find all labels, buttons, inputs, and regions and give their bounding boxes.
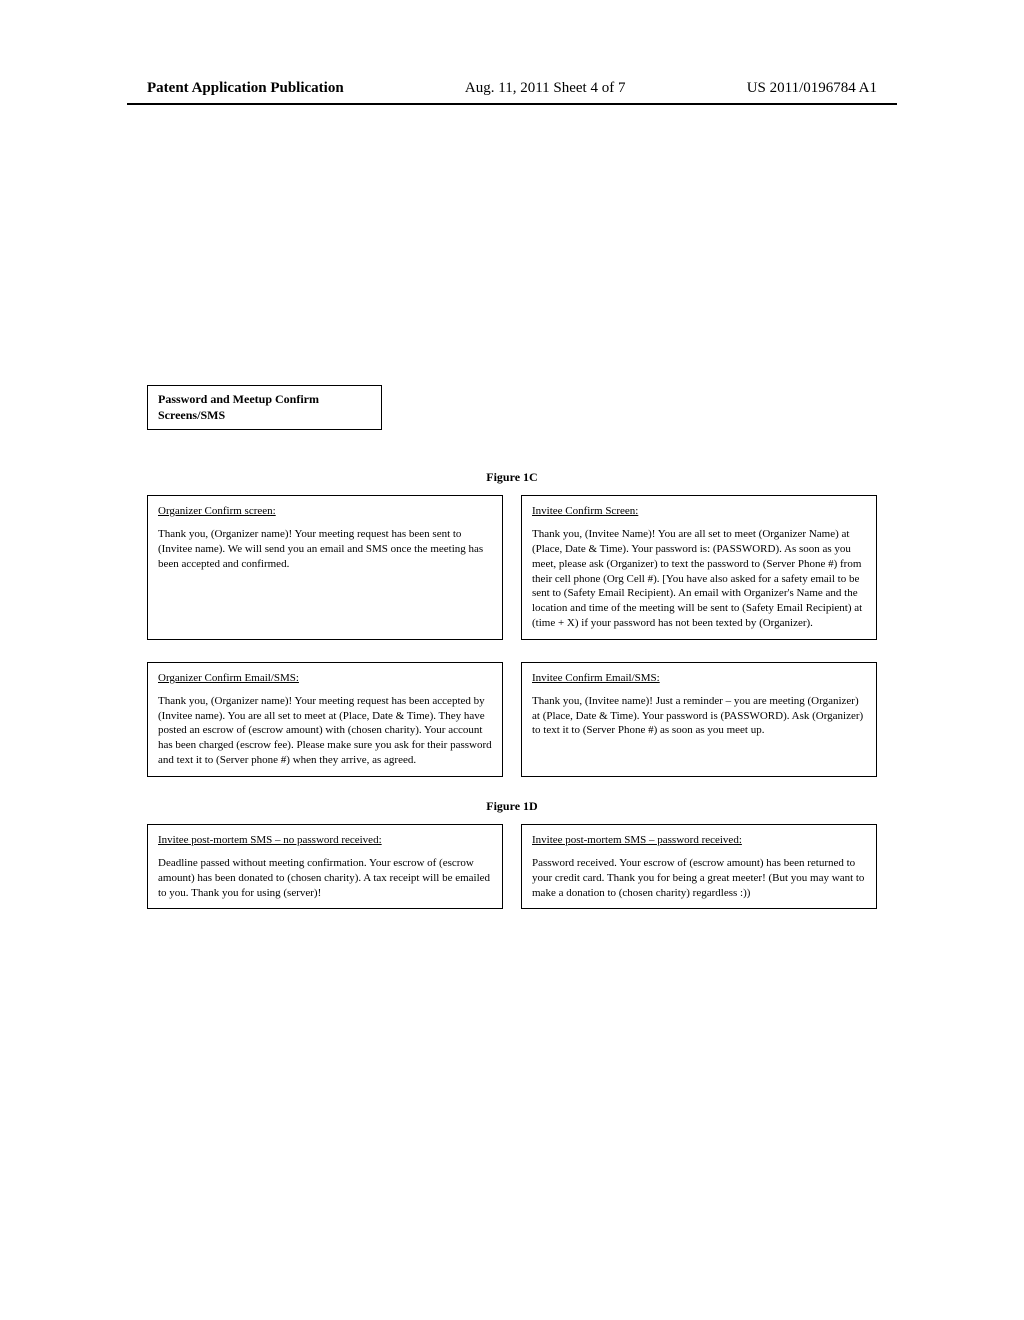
box-body: Password received. Your escrow of (escro…	[532, 856, 866, 901]
box-body: Thank you, (Invitee Name)! You are all s…	[532, 527, 866, 631]
box-title: Organizer Confirm screen:	[158, 504, 492, 519]
box-title: Invitee post-mortem SMS – no password re…	[158, 833, 492, 848]
box-body: Thank you, (Invitee name)! Just a remind…	[532, 694, 866, 739]
box-body: Deadline passed without meeting confirma…	[158, 856, 492, 901]
figure-1c-row-2: Organizer Confirm Email/SMS: Thank you, …	[127, 662, 897, 777]
header-patent-number: US 2011/0196784 A1	[747, 80, 877, 97]
figure-1c-caption: Figure 1C	[127, 470, 897, 485]
figure-1d-row-1: Invitee post-mortem SMS – no password re…	[127, 824, 897, 909]
patent-page: Patent Application Publication Aug. 11, …	[127, 0, 897, 909]
header-sheet-info: Aug. 11, 2011 Sheet 4 of 7	[465, 80, 626, 97]
page-header: Patent Application Publication Aug. 11, …	[127, 80, 897, 105]
box-body: Thank you, (Organizer name)! Your meetin…	[158, 694, 492, 768]
organizer-confirm-screen-box: Organizer Confirm screen: Thank you, (Or…	[147, 495, 503, 640]
invitee-postmortem-no-password-box: Invitee post-mortem SMS – no password re…	[147, 824, 503, 909]
invitee-confirm-screen-box: Invitee Confirm Screen: Thank you, (Invi…	[521, 495, 877, 640]
section-label-box: Password and Meetup Confirm Screens/SMS	[147, 385, 382, 430]
box-body: Thank you, (Organizer name)! Your meetin…	[158, 527, 492, 572]
header-publication: Patent Application Publication	[147, 80, 344, 97]
organizer-confirm-email-box: Organizer Confirm Email/SMS: Thank you, …	[147, 662, 503, 777]
box-title: Invitee Confirm Screen:	[532, 504, 866, 519]
box-title: Invitee Confirm Email/SMS:	[532, 671, 866, 686]
invitee-postmortem-password-received-box: Invitee post-mortem SMS – password recei…	[521, 824, 877, 909]
box-title: Invitee post-mortem SMS – password recei…	[532, 833, 866, 848]
figure-1c-row-1: Organizer Confirm screen: Thank you, (Or…	[127, 495, 897, 640]
box-title: Organizer Confirm Email/SMS:	[158, 671, 492, 686]
invitee-confirm-email-box: Invitee Confirm Email/SMS: Thank you, (I…	[521, 662, 877, 777]
figure-1d-caption: Figure 1D	[127, 799, 897, 814]
